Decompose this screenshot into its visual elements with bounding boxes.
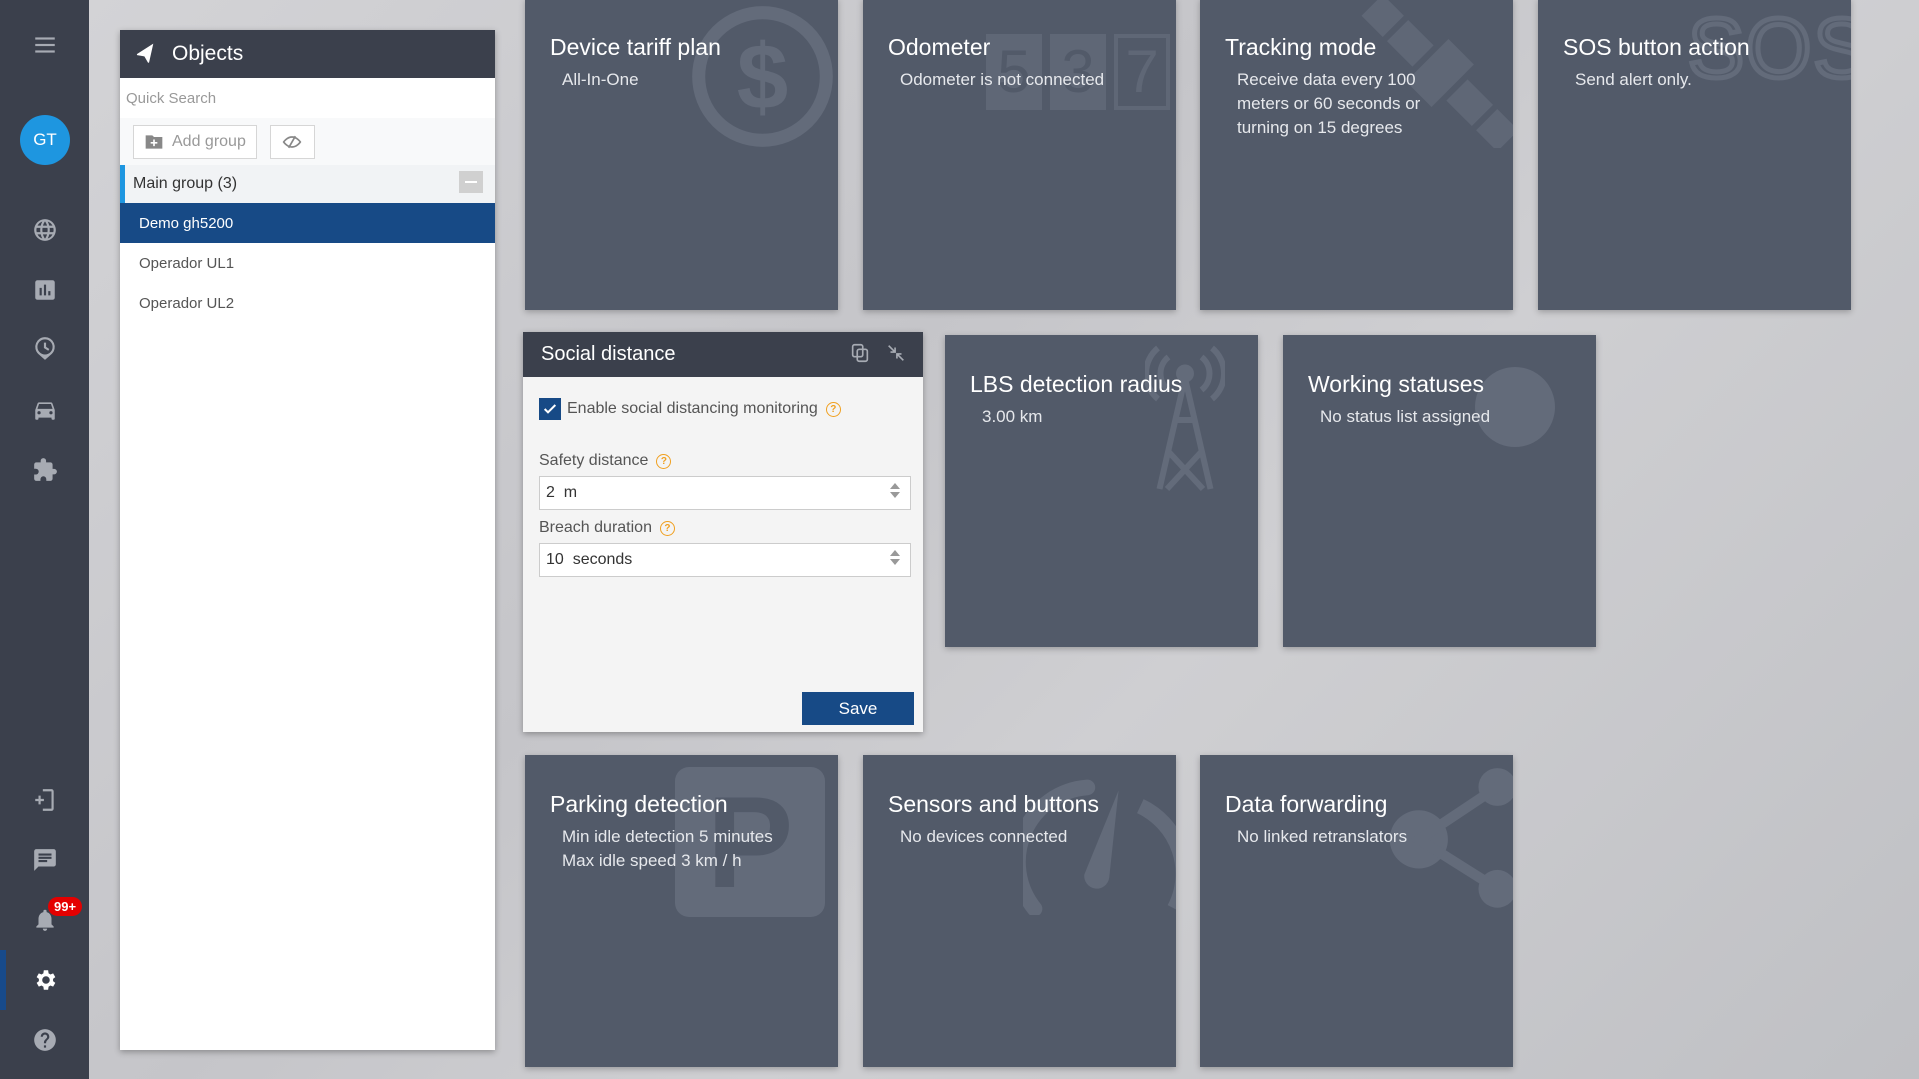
object-label: Demo gh5200 bbox=[139, 214, 234, 232]
safety-distance-value: 2 m bbox=[546, 484, 578, 501]
search-bar bbox=[120, 78, 495, 118]
tile-line-2: Max idle speed 3 km / h bbox=[562, 851, 742, 870]
navigation-arrow-icon bbox=[136, 43, 154, 63]
object-label: Operador UL2 bbox=[139, 294, 235, 312]
stepper-up-icon[interactable] bbox=[890, 550, 900, 556]
enable-monitoring-row: Enable social distancing monitoring ? bbox=[539, 398, 841, 420]
add-group-button[interactable]: Add group bbox=[133, 124, 257, 159]
copy-icon[interactable] bbox=[849, 342, 871, 364]
tile-title: Odometer bbox=[888, 34, 991, 60]
quick-search-input[interactable] bbox=[126, 89, 489, 107]
add-device-icon[interactable] bbox=[28, 783, 62, 817]
help-icon[interactable]: ? bbox=[656, 453, 672, 469]
tile-title: Sensors and buttons bbox=[888, 791, 1099, 817]
tile-working-statuses[interactable]: Working statuses No status list assigned bbox=[1283, 335, 1596, 647]
safety-distance-row: Safety distance ? bbox=[539, 452, 672, 470]
tile-line-2: meters or 60 seconds or bbox=[1237, 94, 1421, 113]
tile-line: All-In-One bbox=[562, 70, 639, 89]
notification-badge: 99+ bbox=[48, 897, 83, 916]
tile-title: Tracking mode bbox=[1225, 34, 1377, 60]
collapse-group-button[interactable] bbox=[459, 171, 483, 193]
breach-duration-input[interactable]: 10 seconds bbox=[539, 543, 911, 577]
tile-line: No status list assigned bbox=[1320, 407, 1491, 426]
tile-line-1: Min idle detection 5 minutes bbox=[562, 827, 773, 846]
minus-icon bbox=[465, 181, 477, 183]
collapse-icon[interactable] bbox=[885, 342, 907, 364]
object-label: Operador UL1 bbox=[139, 254, 235, 272]
tile-line: 3.00 km bbox=[982, 407, 1043, 426]
help-icon[interactable]: ? bbox=[825, 401, 841, 417]
stepper-up-icon[interactable] bbox=[890, 483, 900, 489]
tile-lbs-detection-radius[interactable]: LBS detection radius 3.00 km bbox=[945, 335, 1258, 647]
safety-distance-label: Safety distance bbox=[539, 452, 649, 469]
tile-line: No linked retranslators bbox=[1237, 827, 1408, 846]
group-main[interactable]: Main group (3) bbox=[120, 165, 495, 203]
social-distance-header: Social distance bbox=[523, 332, 923, 377]
objects-toolbar: Add group bbox=[120, 118, 495, 165]
tile-line-3: turning on 15 degrees bbox=[1237, 118, 1403, 137]
tile-sensors-and-buttons[interactable]: Sensors and buttons No devices connected bbox=[863, 755, 1176, 1067]
clock-pin-icon[interactable] bbox=[28, 331, 62, 365]
group-label: Main group (3) bbox=[133, 175, 238, 192]
save-button[interactable]: Save bbox=[802, 692, 914, 725]
social-distance-panel: Social distance Enable social distancing… bbox=[523, 332, 923, 732]
objects-title: Objects bbox=[172, 42, 244, 65]
breach-duration-stepper[interactable] bbox=[890, 550, 900, 565]
object-item[interactable]: Operador UL2 bbox=[120, 283, 495, 323]
tile-sos-button-action[interactable]: SOS SOS button action Send alert only. bbox=[1538, 0, 1851, 310]
enable-monitoring-label: Enable social distancing monitoring bbox=[567, 400, 818, 417]
hamburger-icon[interactable] bbox=[28, 28, 62, 62]
folder-plus-icon bbox=[145, 134, 163, 149]
breach-duration-value: 10 seconds bbox=[546, 551, 633, 568]
active-indicator bbox=[0, 950, 6, 1010]
safety-distance-stepper[interactable] bbox=[890, 483, 900, 498]
help-icon[interactable] bbox=[28, 1023, 62, 1057]
sidebar: GT 99+ bbox=[0, 0, 89, 1079]
panel-title: Social distance bbox=[541, 343, 676, 365]
tile-line: Receive data every 100 meters or 60 secon… bbox=[1237, 68, 1493, 140]
help-icon[interactable]: ? bbox=[659, 520, 675, 536]
objects-panel: Objects Add group Main group (3) Demo gh… bbox=[120, 30, 495, 1050]
tile-title: Parking detection bbox=[550, 791, 728, 817]
tile-line: Odometer is not connected bbox=[900, 70, 1105, 89]
tile-title: Working statuses bbox=[1308, 371, 1484, 397]
stepper-down-icon[interactable] bbox=[890, 492, 900, 498]
safety-distance-input[interactable]: 2 m bbox=[539, 476, 911, 510]
tile-data-forwarding[interactable]: Data forwarding No linked retranslators bbox=[1200, 755, 1513, 1067]
tile-title: Data forwarding bbox=[1225, 791, 1388, 817]
tile-device-tariff-plan[interactable]: $ Device tariff plan All-In-One bbox=[525, 0, 838, 310]
tile-tracking-mode[interactable]: Tracking mode Receive data every 100 mete… bbox=[1200, 0, 1513, 310]
checkmark-icon bbox=[543, 404, 557, 414]
gear-icon[interactable] bbox=[28, 963, 62, 997]
car-icon[interactable] bbox=[28, 393, 62, 427]
tile-line-1: Receive data every 100 bbox=[1237, 70, 1416, 89]
avatar[interactable]: GT bbox=[20, 115, 70, 165]
breach-duration-label: Breach duration bbox=[539, 519, 652, 536]
tile-title: Device tariff plan bbox=[550, 34, 721, 60]
tile-odometer[interactable]: 5 3 7 Odometer Odometer is not connected bbox=[863, 0, 1176, 310]
breach-duration-row: Breach duration ? bbox=[539, 519, 675, 537]
tile-line: No devices connected bbox=[900, 827, 1068, 846]
object-item[interactable]: Demo gh5200 bbox=[120, 203, 495, 243]
chat-icon[interactable] bbox=[28, 843, 62, 877]
object-item[interactable]: Operador UL1 bbox=[120, 243, 495, 283]
avatar-initials: GT bbox=[33, 130, 57, 149]
eye-off-icon bbox=[283, 135, 302, 148]
chart-icon[interactable] bbox=[28, 273, 62, 307]
tile-title: LBS detection radius bbox=[970, 371, 1183, 397]
tile-title: SOS button action bbox=[1563, 34, 1750, 60]
tile-parking-detection[interactable]: P Parking detection Min idle detection 5… bbox=[525, 755, 838, 1067]
toggle-visibility-button[interactable] bbox=[269, 124, 315, 159]
tile-line: Send alert only. bbox=[1575, 70, 1692, 89]
globe-icon[interactable] bbox=[28, 213, 62, 247]
objects-header: Objects bbox=[120, 30, 495, 78]
stepper-down-icon[interactable] bbox=[890, 559, 900, 565]
puzzle-icon[interactable] bbox=[28, 453, 62, 487]
enable-monitoring-checkbox[interactable] bbox=[539, 398, 561, 420]
tile-line: Min idle detection 5 minutes Max idle spe… bbox=[562, 825, 818, 873]
add-group-label: Add group bbox=[172, 132, 246, 150]
